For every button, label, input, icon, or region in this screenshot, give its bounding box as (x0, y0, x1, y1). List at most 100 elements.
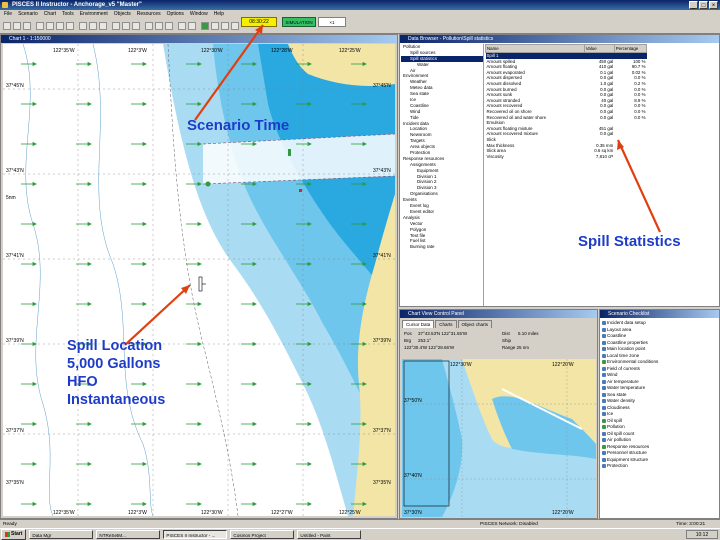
chart-map[interactable]: 122°35'W 122°3'W 122°30'W 122°28'W 122°2… (3, 44, 395, 516)
tree-item-label: Response resources (403, 155, 445, 161)
minimap-lat-1: 37°50'N (404, 398, 422, 404)
report-icon[interactable] (165, 22, 173, 30)
annotation-spill-location: Spill Location 5,000 Gallons HFO Instant… (67, 337, 165, 409)
menu-tools[interactable]: Tools (62, 10, 74, 19)
menu-window[interactable]: Window (190, 10, 208, 19)
save-icon[interactable] (23, 22, 31, 30)
menu-options[interactable]: Options (167, 10, 184, 19)
scenario-checklist-window: Scenario Checklist Incident data setup La… (599, 309, 720, 519)
brg-label: Brg (404, 338, 412, 343)
overview-map-svg[interactable]: 122°30'W 122°20'W 122°20'W 37°50'N 37°40… (402, 359, 596, 517)
checklist-item-icon (602, 438, 606, 443)
pos-value: 37°43.53'N 122°31.55'W (418, 331, 468, 336)
checklist-item-icon (602, 353, 606, 358)
grid-icon[interactable] (89, 22, 97, 30)
checklist-item-icon (602, 418, 606, 423)
task-paint[interactable]: Untitled - Paint (297, 530, 362, 539)
checklist-item-icon (602, 373, 606, 378)
menu-environment[interactable]: Environment (80, 10, 108, 19)
checklist-item-icon (602, 321, 606, 326)
task-cosmos[interactable]: Cosmos Project (230, 530, 295, 539)
spill-location-line-2: 5,000 Gallons (67, 356, 161, 372)
buoy-icon[interactable] (299, 189, 302, 192)
checklist-item-icon (602, 360, 606, 365)
dist-label: Dist (502, 331, 510, 336)
maximize-button[interactable]: □ (699, 1, 708, 9)
main-toolbar (0, 19, 720, 34)
open-icon[interactable] (13, 22, 21, 30)
tree-item-label: Tide (410, 114, 419, 120)
menu-scenario[interactable]: Scenario (18, 10, 38, 19)
menu-help[interactable]: Help (214, 10, 224, 19)
lon-label-1: 122°35'W (53, 48, 75, 54)
col-name[interactable]: Name (485, 44, 585, 53)
simulation-status[interactable]: SIMULATION (282, 17, 316, 27)
measure-icon[interactable] (99, 22, 107, 30)
zoom-out-icon[interactable] (66, 22, 74, 30)
tab-object-charts[interactable]: Object charts (457, 320, 493, 328)
stop-icon[interactable] (231, 22, 239, 30)
menu-file[interactable]: File (4, 10, 12, 19)
tab-charts[interactable]: Charts (435, 320, 457, 328)
nautical-chart[interactable]: 122°35'W 122°3'W 122°30'W 122°28'W 122°2… (3, 44, 395, 516)
tab-cursor-data[interactable]: Cursor Data (402, 320, 435, 328)
boom-icon[interactable] (132, 22, 140, 30)
vessel-icon-2[interactable] (288, 149, 291, 156)
menu-chart[interactable]: Chart (44, 10, 56, 19)
tree-item-label: Fuel list (410, 238, 426, 244)
pause-icon[interactable] (211, 22, 219, 30)
checklist-item-icon (602, 347, 606, 352)
speed-field[interactable]: ×1 (318, 17, 346, 27)
checklist-item[interactable]: Protection (602, 463, 719, 470)
lat-label-right-3: 37°41'N (373, 253, 391, 259)
tree-item-label: Organisations (410, 191, 438, 197)
menu-objects[interactable]: Objects (114, 10, 131, 19)
tree-item-label: Wind (410, 108, 421, 114)
tree-item-label: Air (410, 67, 416, 73)
play-icon[interactable] (201, 22, 209, 30)
pos-label: Pos (404, 331, 412, 336)
spill-location-marker[interactable] (198, 276, 203, 292)
task-data-mgr[interactable]: Data Mgr (29, 530, 94, 539)
layers-icon[interactable] (79, 22, 87, 30)
step-icon[interactable] (221, 22, 229, 30)
checklist-item-icon (602, 366, 606, 371)
lat-label-1: 37°45'N (6, 83, 24, 89)
stat-row[interactable]: Viscosity 7,810 cP (486, 154, 647, 160)
zoom-in-icon[interactable] (56, 22, 64, 30)
vessel-icon[interactable] (122, 22, 130, 30)
chart-icon[interactable] (145, 22, 153, 30)
minimap-lon-1: 122°30'W (450, 362, 472, 368)
tree-item[interactable]: Burning rate (401, 244, 483, 250)
check-icon[interactable] (188, 22, 196, 30)
col-percentage[interactable]: Percentage (613, 44, 648, 53)
start-button[interactable]: Start (1, 529, 27, 540)
col-value[interactable]: Value (583, 44, 615, 53)
lon-label-4: 122°28'W (271, 48, 293, 54)
object-icon[interactable] (112, 22, 120, 30)
close-button[interactable]: × (709, 1, 718, 9)
cursor-row-2: 122°30.4'W 122°28.66'W (404, 345, 455, 350)
chart-window-title: Chart 1 - 1:150000 (1, 35, 397, 43)
minimize-button[interactable]: _ (689, 1, 698, 9)
checklist-item-icon (602, 425, 606, 430)
overview-map[interactable]: 122°30'W 122°20'W 122°20'W 37°50'N 37°40… (402, 359, 596, 517)
spill-location-line-3: HFO (67, 374, 98, 390)
vessel-icon[interactable] (205, 181, 211, 187)
event-icon[interactable] (178, 22, 186, 30)
select-icon[interactable] (36, 22, 44, 30)
checklist-item-icon (602, 327, 606, 332)
taskbar: Start Data Mgr NTReSetM... PISCES II Ins… (0, 528, 720, 540)
table-icon[interactable] (155, 22, 163, 30)
scenario-time-field[interactable]: 08:30:22 (241, 17, 277, 27)
task-pisces[interactable]: PISCES II Instructor - ... (163, 530, 228, 539)
tree-item-label: Burning rate (410, 244, 435, 250)
new-icon[interactable] (3, 22, 11, 30)
pan-icon[interactable] (46, 22, 54, 30)
task-ntresetm[interactable]: NTReSetM... (96, 530, 161, 539)
brg-value: 253.1° (418, 338, 432, 343)
menu-resources[interactable]: Resources (137, 10, 161, 19)
tree-item-label: Newsroom (410, 132, 432, 138)
data-browser-tree[interactable]: Pollution Spill sources Spill statistics Wa… (401, 44, 484, 306)
app-title: PISCES II Instructor - Anchorage_v5 "Mas… (12, 2, 142, 8)
